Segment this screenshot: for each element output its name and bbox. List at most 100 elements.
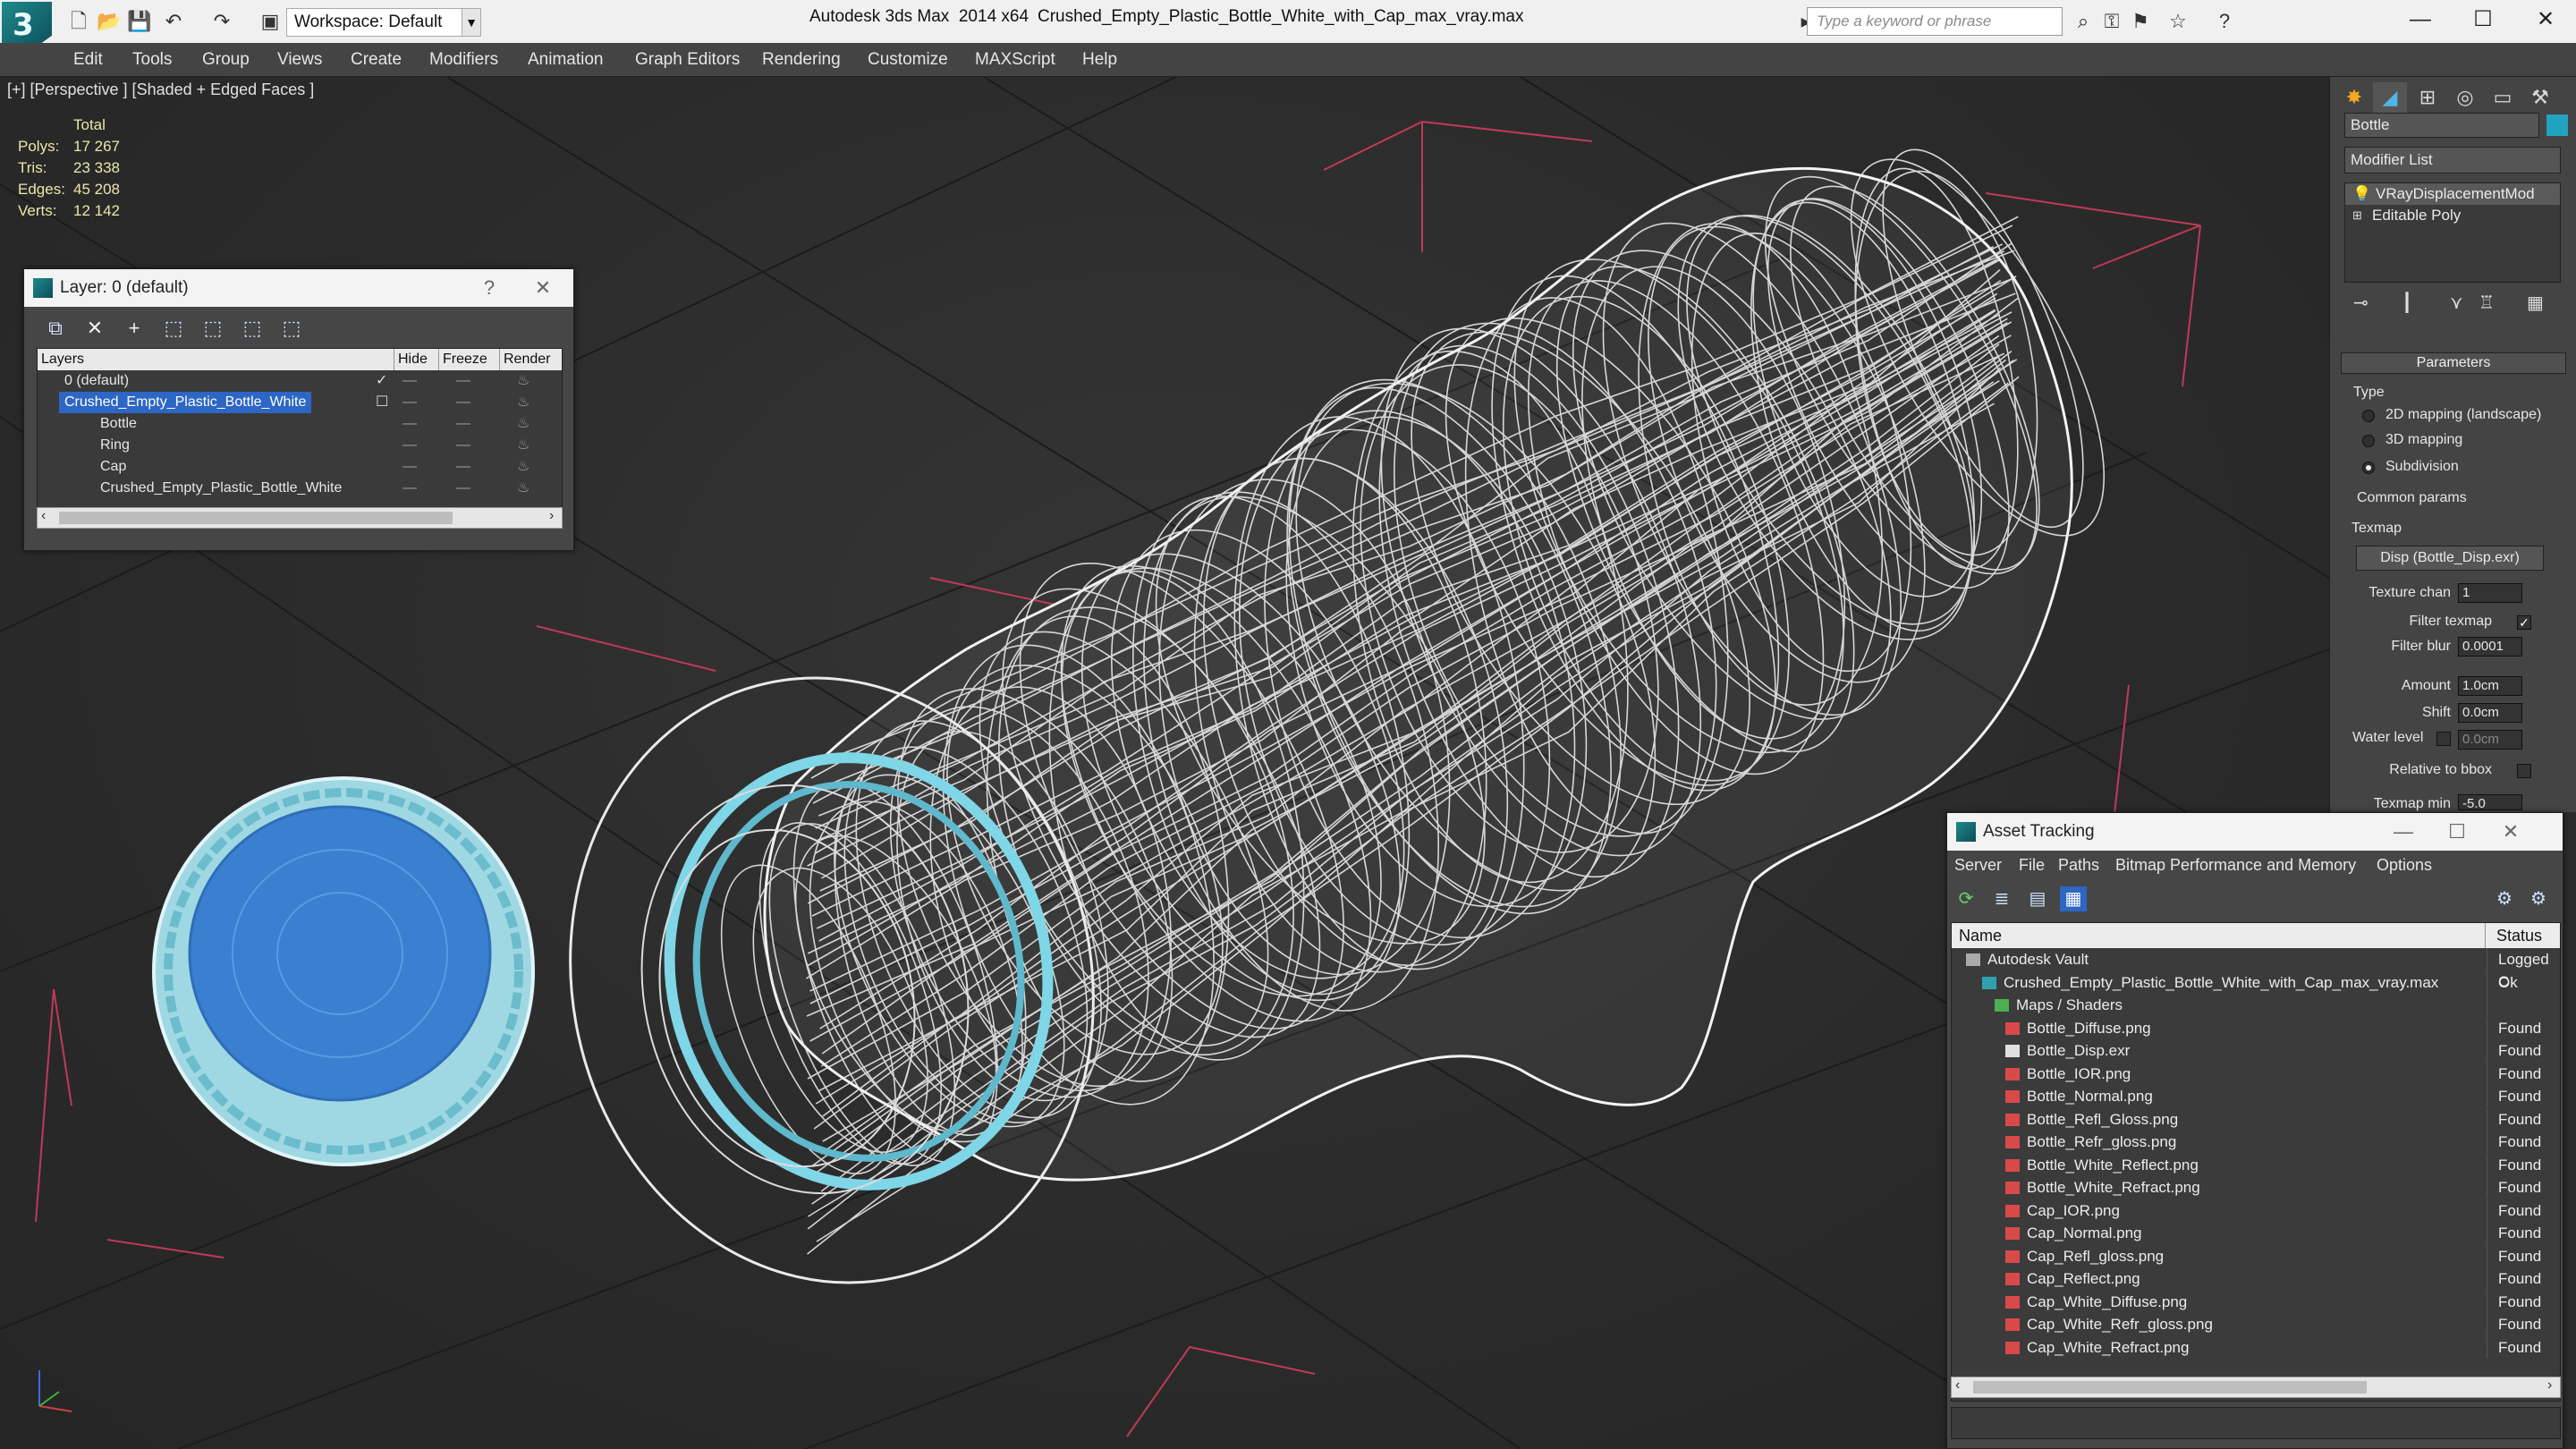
grid-view-icon[interactable]: ▦ <box>2060 886 2087 911</box>
layer-row[interactable]: Bottle — — ♨ <box>38 413 562 435</box>
texture-chan-spinner[interactable]: 1 <box>2458 583 2522 603</box>
render-teapot-icon[interactable]: ♨ <box>517 413 530 435</box>
modifier-editable-poly[interactable]: ⊞ Editable Poly <box>2345 205 2560 226</box>
render-teapot-icon[interactable]: ♨ <box>517 370 530 392</box>
expand-plus-icon[interactable]: ⊞ <box>2352 205 2362 226</box>
asset-row[interactable]: Bottle_White_Refract.png Found <box>1952 1176 2560 1199</box>
layer-row[interactable]: Crushed_Empty_Plastic_Bottle_White ☐ — —… <box>38 392 562 413</box>
modifier-vray-displacement[interactable]: 💡 VRayDisplacementMod <box>2345 183 2560 205</box>
column-layers[interactable]: Layers <box>38 349 84 370</box>
column-hide[interactable]: Hide <box>394 349 428 370</box>
key-icon[interactable]: ⚿ <box>2098 9 2125 34</box>
modifier-list-dropdown[interactable]: Modifier List <box>2344 147 2561 174</box>
column-freeze[interactable]: Freeze <box>438 349 487 370</box>
menu-graph-editors[interactable]: Graph Editors <box>635 43 740 77</box>
layer-row[interactable]: 0 (default) ✓ — — ♨ <box>38 370 562 392</box>
menu-rendering[interactable]: Rendering <box>762 43 841 77</box>
workspace-dropdown[interactable]: Workspace: Default <box>286 8 481 37</box>
scrollbar-thumb[interactable] <box>1973 1381 2367 1394</box>
configure-sets-icon[interactable]: ▦ <box>2527 292 2544 314</box>
render-teapot-icon[interactable]: ♨ <box>517 478 530 499</box>
chevron-down-icon[interactable]: ▼ <box>462 8 481 37</box>
menu-animation[interactable]: Animation <box>528 43 604 77</box>
column-name[interactable]: Name <box>1959 923 2002 948</box>
motion-tab-icon[interactable]: ◎ <box>2448 82 2482 113</box>
search-input[interactable]: Type a keyword or phrase <box>1807 7 2063 36</box>
help-icon[interactable]: ? <box>2211 9 2238 34</box>
relative-bbox-checkbox[interactable] <box>2517 764 2531 778</box>
asset-settings-icon[interactable]: ⚙ <box>2525 886 2552 911</box>
asset-row[interactable]: Bottle_Diffuse.png Found <box>1952 1016 2560 1040</box>
hide-toggle[interactable]: — <box>402 435 417 456</box>
delete-layer-icon[interactable]: ✕ <box>81 316 108 341</box>
viewport-label[interactable]: [+] [Perspective ] [Shaded + Edged Faces… <box>7 80 314 99</box>
shift-spinner[interactable]: 0.0cm <box>2458 703 2522 723</box>
hide-toggle[interactable]: — <box>402 478 417 499</box>
menu-help[interactable]: Help <box>1082 43 1117 77</box>
asset-menu-bitmap-performance[interactable]: Bitmap Performance and Memory <box>2115 856 2356 875</box>
filter-blur-spinner[interactable]: 0.0001 <box>2458 637 2522 657</box>
object-name-field[interactable]: Bottle <box>2344 113 2539 138</box>
filter-texmap-checkbox[interactable]: ✓ <box>2517 615 2531 630</box>
maximize-icon[interactable]: ☐ <box>2458 2 2508 38</box>
asset-row[interactable]: Bottle_White_Reflect.png Found <box>1952 1153 2560 1177</box>
amount-spinner[interactable]: 1.0cm <box>2458 676 2522 696</box>
layer-window-titlebar[interactable]: Layer: 0 (default) ? ✕ <box>24 269 573 307</box>
menu-modifiers[interactable]: Modifiers <box>429 43 498 77</box>
pin-stack-icon[interactable]: ⊸ <box>2353 292 2368 314</box>
scroll-right-icon[interactable]: › <box>2547 1377 2552 1394</box>
asset-row[interactable]: Maps / Shaders <box>1952 994 2560 1017</box>
asset-menu-server[interactable]: Server <box>1954 856 2002 875</box>
hide-toggle[interactable]: — <box>402 413 417 435</box>
hide-toggle[interactable]: — <box>402 456 417 478</box>
water-level-spinner[interactable]: 0.0cm <box>2458 730 2522 750</box>
utilities-tab-icon[interactable]: ⚒ <box>2523 82 2557 113</box>
water-level-checkbox[interactable] <box>2436 732 2451 746</box>
modify-tab-icon[interactable]: ◢ <box>2373 82 2407 113</box>
lightbulb-icon[interactable]: 💡 <box>2352 183 2371 205</box>
make-unique-icon[interactable]: ⋎ <box>2450 292 2463 314</box>
add-to-layer-icon[interactable]: + <box>121 316 148 341</box>
render-teapot-icon[interactable]: ♨ <box>517 392 530 413</box>
asset-row[interactable]: Cap_Reflect.png Found <box>1952 1267 2560 1291</box>
save-icon[interactable]: 💾 <box>127 9 152 34</box>
hierarchy-tab-icon[interactable]: ⊞ <box>2411 82 2445 113</box>
project-folder-icon[interactable]: ▣ <box>258 9 283 34</box>
new-layer-icon[interactable]: ⧉ <box>42 316 69 341</box>
refresh-icon[interactable]: ⟳ <box>1953 886 1979 911</box>
hide-toggle[interactable]: — <box>402 392 417 413</box>
freeze-toggle[interactable]: — <box>456 435 470 456</box>
menu-customize[interactable]: Customize <box>868 43 948 77</box>
asset-row[interactable]: Cap_White_Diffuse.png Found <box>1952 1290 2560 1314</box>
asset-row[interactable]: Bottle_Refr_gloss.png Found <box>1952 1131 2560 1154</box>
freeze-toggle[interactable]: — <box>456 478 470 499</box>
render-teapot-icon[interactable]: ♨ <box>517 456 530 478</box>
create-tab-icon[interactable]: ✸ <box>2337 82 2371 113</box>
scroll-right-icon[interactable]: › <box>549 508 554 524</box>
menu-maxscript[interactable]: MAXScript <box>975 43 1055 77</box>
hide-toggle[interactable]: — <box>402 370 417 392</box>
scroll-left-icon[interactable]: ‹ <box>41 508 46 524</box>
texmap-button[interactable]: Disp (Bottle_Disp.exr) <box>2356 546 2544 571</box>
freeze-toggle[interactable]: — <box>456 413 470 435</box>
show-end-result-icon[interactable]: ┃ <box>2402 292 2412 314</box>
freeze-toggle[interactable]: — <box>456 370 470 392</box>
layer-row[interactable]: Cap — — ♨ <box>38 456 562 478</box>
table-view-icon[interactable]: ▤ <box>2024 886 2051 911</box>
new-file-icon[interactable]: 🗋 <box>66 9 91 34</box>
open-file-icon[interactable]: 📂 <box>97 9 122 34</box>
asset-row[interactable]: Bottle_IOR.png Found <box>1952 1062 2560 1086</box>
layer-row[interactable]: Ring — — ♨ <box>38 435 562 456</box>
asset-menu-paths[interactable]: Paths <box>2058 856 2099 875</box>
parameters-rollout[interactable]: Parameters <box>2341 352 2566 374</box>
undo-icon[interactable]: ↶ <box>161 9 186 34</box>
render-teapot-icon[interactable]: ♨ <box>517 435 530 456</box>
freeze-toggle[interactable]: — <box>456 392 470 413</box>
remove-modifier-icon[interactable]: ♖ <box>2479 292 2495 314</box>
layer-horizontal-scrollbar[interactable]: ‹ › <box>37 507 563 529</box>
layer-row[interactable]: Crushed_Empty_Plastic_Bottle_White — — ♨ <box>38 478 562 499</box>
communication-center-icon[interactable]: ⚑ <box>2127 9 2154 34</box>
redo-icon[interactable]: ↷ <box>209 9 234 34</box>
asset-row[interactable]: Bottle_Refl_Gloss.png Found <box>1952 1107 2560 1131</box>
active-box-icon[interactable]: ☐ <box>376 392 388 413</box>
